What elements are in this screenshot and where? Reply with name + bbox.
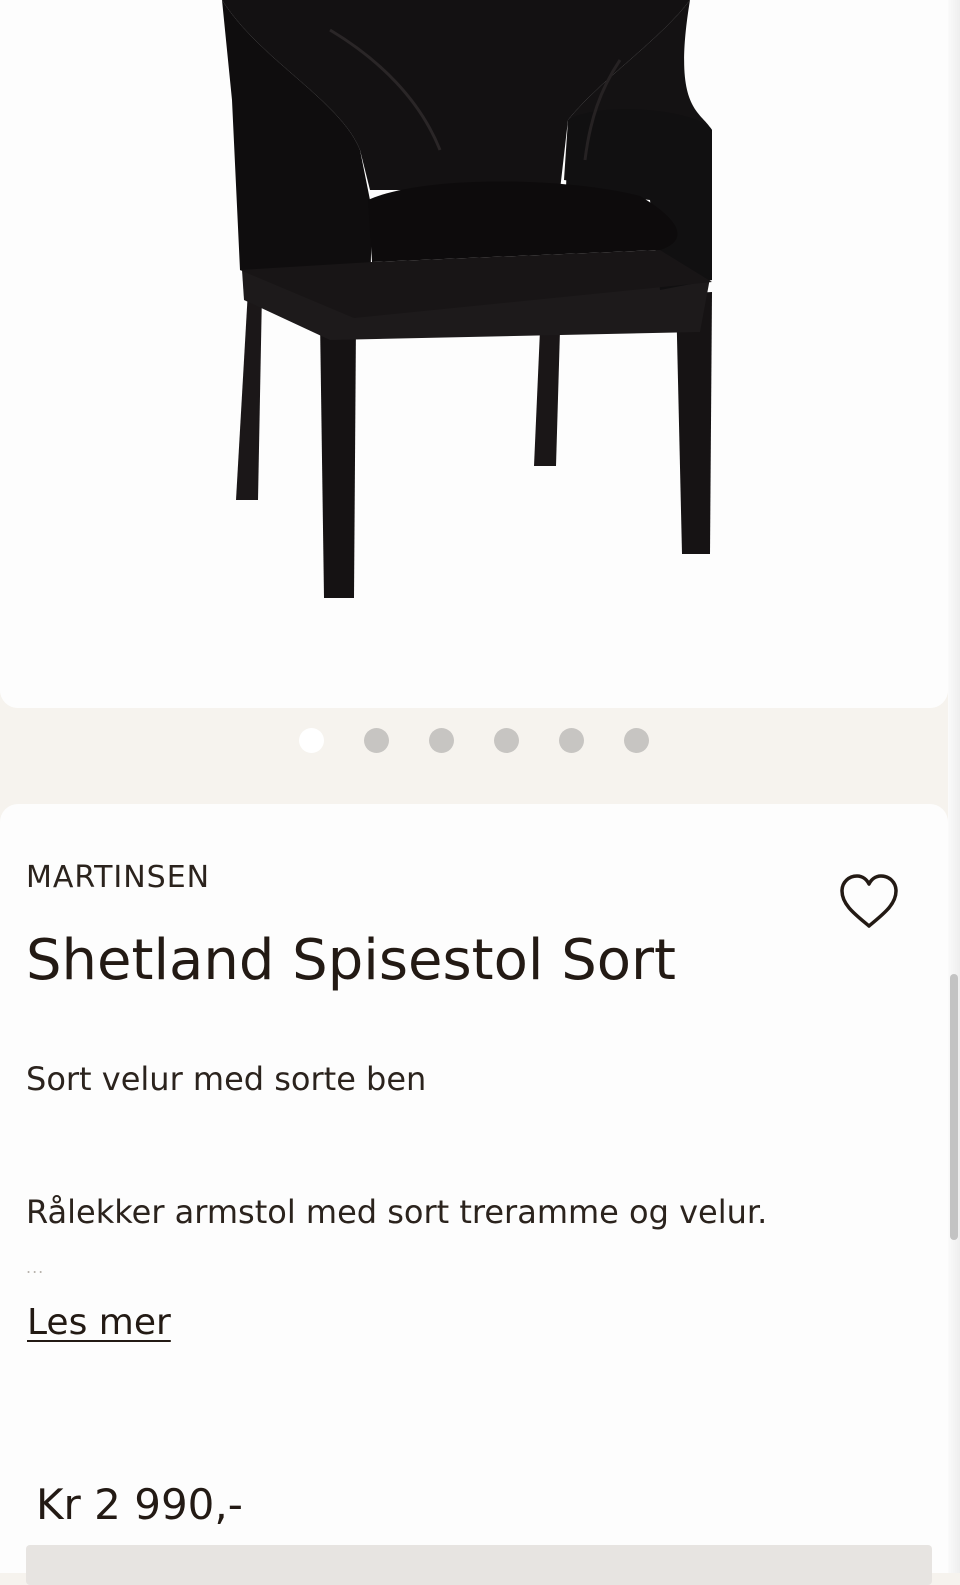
favorite-button[interactable]	[836, 872, 902, 932]
gallery-dot-3[interactable]	[429, 728, 454, 753]
scrollbar-thumb[interactable]	[950, 974, 958, 1240]
gallery-dot-5[interactable]	[559, 728, 584, 753]
gallery-dot-1[interactable]	[299, 728, 324, 753]
brand-name: MARTINSEN	[26, 860, 211, 895]
product-image-gallery[interactable]	[0, 0, 948, 708]
add-to-cart-button[interactable]	[26, 1545, 932, 1585]
gallery-dot-6[interactable]	[624, 728, 649, 753]
heart-outline-icon	[840, 874, 898, 928]
scrollbar[interactable]	[948, 0, 960, 1573]
gallery-pagination	[0, 728, 948, 753]
product-info-card: MARTINSEN Shetland Spisestol Sort Sort v…	[0, 804, 948, 1585]
description-ellipsis: ...	[26, 1258, 45, 1277]
product-description: Rålekker armstol med sort treramme og ve…	[26, 1193, 768, 1231]
product-image	[0, 0, 948, 708]
product-price: Kr 2 990,-	[36, 1480, 243, 1529]
gallery-dot-4[interactable]	[494, 728, 519, 753]
read-more-link[interactable]: Les mer	[27, 1302, 171, 1343]
product-subtitle: Sort velur med sorte ben	[26, 1060, 427, 1098]
gallery-dot-2[interactable]	[364, 728, 389, 753]
product-title: Shetland Spisestol Sort	[26, 928, 676, 993]
